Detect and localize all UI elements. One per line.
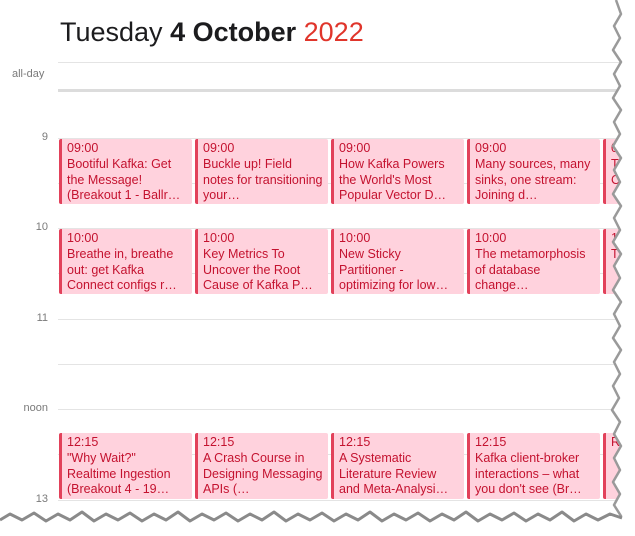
event-title: Buckle up! Field notes for transitioning… xyxy=(203,156,323,203)
hour-line xyxy=(58,409,622,410)
calendar-event[interactable]: 10:00 The metamorphosis of database chan… xyxy=(467,229,600,294)
all-day-divider xyxy=(58,89,622,92)
event-title: Bootiful Kafka: Get the Message! (Breako… xyxy=(67,156,181,203)
event-title: Many sources, many sinks, one stream: Jo… xyxy=(475,156,591,203)
event-time: 10:00 xyxy=(475,231,507,245)
calendar-event[interactable]: 12:15 A Crash Course in Designing Messag… xyxy=(195,433,328,499)
event-time: 12:15 xyxy=(475,435,507,449)
page-title: Tuesday 4 October 2022 xyxy=(60,14,364,50)
hour-label-9: 9 xyxy=(41,131,48,143)
calendar-event[interactable]: 12:15 "Why Wait?" Realtime Ingestion (Br… xyxy=(59,433,192,499)
calendar-event[interactable]: 09:00 Many sources, many sinks, one stre… xyxy=(467,139,600,204)
torn-edge-right xyxy=(610,0,635,536)
all-day-label: all-day xyxy=(12,68,45,80)
calendar-day-view: Tuesday 4 October 2022 all-day 9 10 11 n… xyxy=(0,0,622,522)
event-time: 10:00 xyxy=(203,231,235,245)
event-title: Key Metrics To Uncover the Root Cause of… xyxy=(203,246,313,293)
calendar-event[interactable]: 09:00 Bootiful Kafka: Get the Message! (… xyxy=(59,139,192,204)
calendar-event[interactable]: 09:00 How Kafka Powers the World's Most … xyxy=(331,139,464,204)
event-title: "Why Wait?" Realtime Ingestion (Breakout… xyxy=(67,450,171,497)
event-title: Kafka client-broker interactions – what … xyxy=(475,450,582,497)
calendar-event[interactable]: 10:00 New Sticky Partitioner - optimizin… xyxy=(331,229,464,294)
title-weekday: Tuesday xyxy=(60,17,163,47)
event-title: How Kafka Powers the World's Most Popula… xyxy=(339,156,446,203)
event-time: 10:00 xyxy=(339,231,371,245)
event-title: A Crash Course in Designing Messaging AP… xyxy=(203,450,323,497)
event-time: 09:00 xyxy=(67,141,99,155)
title-date: 4 October xyxy=(170,17,297,47)
event-time: 09:00 xyxy=(475,141,507,155)
event-title: The metamorphosis of database change… xyxy=(475,246,586,293)
event-time: 10:00 xyxy=(67,231,99,245)
event-time: 09:00 xyxy=(203,141,235,155)
calendar-event[interactable]: 12:15 Kafka client-broker interactions –… xyxy=(467,433,600,499)
event-title: Breathe in, breathe out: get Kafka Conne… xyxy=(67,246,177,293)
hour-label-noon: noon xyxy=(23,402,48,414)
hour-label-11: 11 xyxy=(36,312,48,324)
hour-line xyxy=(58,319,622,320)
header-divider xyxy=(58,62,622,63)
event-title: A Systematic Literature Review and Meta-… xyxy=(339,450,449,497)
event-time: 12:15 xyxy=(67,435,99,449)
half-hour-line xyxy=(58,364,622,365)
event-time: 12:15 xyxy=(203,435,235,449)
event-title: New Sticky Partitioner - optimizing for … xyxy=(339,246,449,293)
title-year: 2022 xyxy=(303,17,364,47)
calendar-event[interactable]: 12:15 A Systematic Literature Review and… xyxy=(331,433,464,499)
calendar-event[interactable]: 10:00 Breathe in, breathe out: get Kafka… xyxy=(59,229,192,294)
hour-label-10: 10 xyxy=(35,221,48,233)
event-time: 12:15 xyxy=(339,435,371,449)
event-time: 09:00 xyxy=(339,141,371,155)
calendar-event[interactable]: 10:00 Key Metrics To Uncover the Root Ca… xyxy=(195,229,328,294)
torn-edge-bottom xyxy=(0,510,635,536)
calendar-event[interactable]: 09:00 Buckle up! Field notes for transit… xyxy=(195,139,328,204)
